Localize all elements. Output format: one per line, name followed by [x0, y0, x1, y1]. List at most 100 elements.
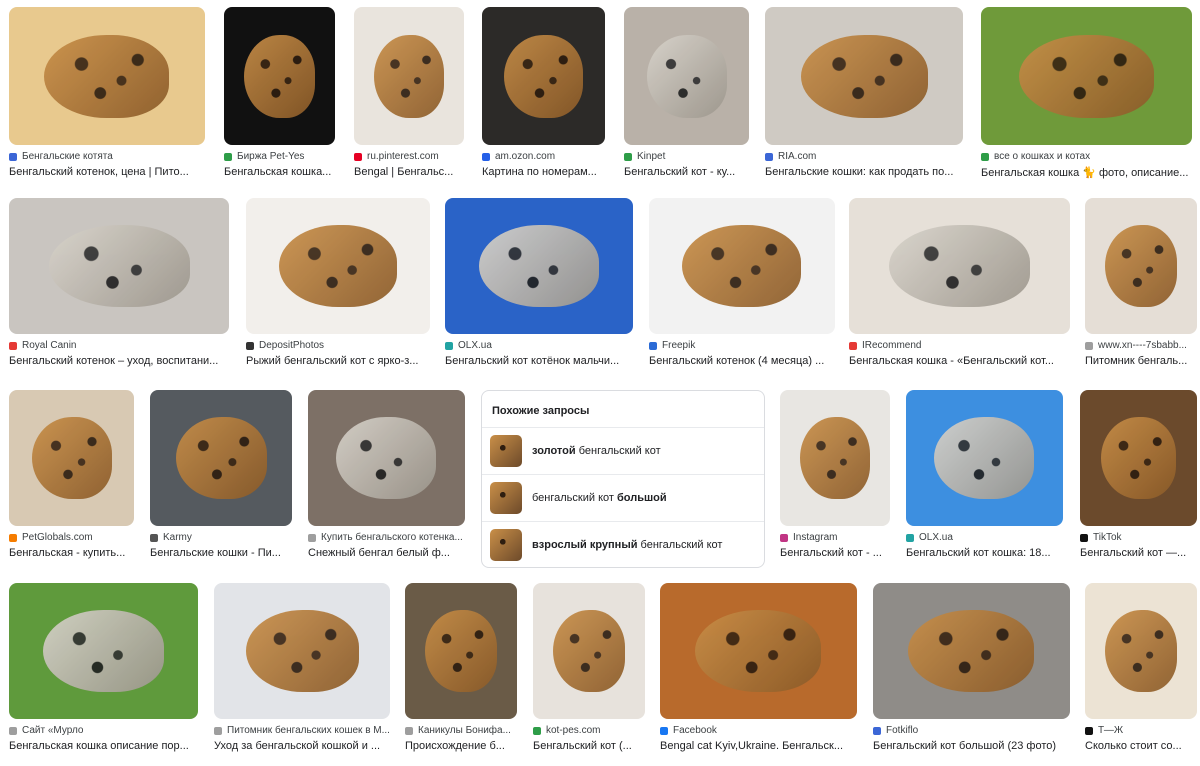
result-title[interactable]: Бенгальский кот большой (23 фото) — [873, 740, 1070, 752]
result-title[interactable]: Происхождение б... — [405, 740, 517, 752]
result-source[interactable]: TikTok — [1080, 532, 1197, 543]
image-result[interactable]: Питомник бенгальских кошек в М... Уход за… — [214, 583, 390, 752]
result-source[interactable]: Питомник бенгальских кошек в М... — [214, 725, 390, 736]
result-title[interactable]: Bengal cat Kyiv,Ukraine. Бенгальск... — [660, 740, 857, 752]
result-source[interactable]: Каникулы Бонифа... — [405, 725, 517, 736]
result-source[interactable]: Т—Ж — [1085, 725, 1197, 736]
image-result[interactable]: Купить бенгальского котенка... Снежный бе… — [308, 390, 465, 559]
image-result[interactable]: все о кошках и котах Бенгальская кошка 🐈 … — [981, 7, 1192, 179]
image-result[interactable]: kot-pes.com Бенгальский кот (... — [533, 583, 645, 752]
result-source[interactable]: ru.pinterest.com — [354, 151, 464, 162]
image-result[interactable]: Каникулы Бонифа... Происхождение б... — [405, 583, 517, 752]
result-title[interactable]: Бенгальская кошка - «Бенгальский кот... — [849, 355, 1070, 367]
related-search-item[interactable]: взрослый крупный бенгальский кот — [482, 521, 764, 568]
result-title[interactable]: Снежный бенгал белый ф... — [308, 547, 465, 559]
related-search-item[interactable]: золотой бенгальский кот — [482, 427, 764, 474]
result-title[interactable]: Уход за бенгальской кошкой и ... — [214, 740, 390, 752]
result-source[interactable]: Freepik — [649, 340, 835, 351]
result-thumbnail[interactable] — [660, 583, 857, 719]
result-source[interactable]: Royal Canin — [9, 340, 229, 351]
result-title[interactable]: Бенгальский кот кошка: 18... — [906, 547, 1063, 559]
result-source[interactable]: Facebook — [660, 725, 857, 736]
result-source[interactable]: DepositPhotos — [246, 340, 430, 351]
result-thumbnail[interactable] — [224, 7, 335, 145]
result-thumbnail[interactable] — [354, 7, 464, 145]
result-source[interactable]: RIA.com — [765, 151, 963, 162]
result-title[interactable]: Бенгальский кот (... — [533, 740, 645, 752]
result-thumbnail[interactable] — [150, 390, 292, 526]
image-result[interactable]: am.ozon.com Картина по номерам... — [482, 7, 605, 178]
result-title[interactable]: Бенгальский котенок – уход, воспитани... — [9, 355, 229, 367]
result-source[interactable]: Kinpet — [624, 151, 749, 162]
result-source[interactable]: все о кошках и котах — [981, 151, 1192, 162]
result-thumbnail[interactable] — [1080, 390, 1197, 526]
result-source[interactable]: Karmy — [150, 532, 292, 543]
result-thumbnail[interactable] — [906, 390, 1063, 526]
result-thumbnail[interactable] — [981, 7, 1192, 145]
result-title[interactable]: Бенгальская кошка описание пор... — [9, 740, 198, 752]
result-thumbnail[interactable] — [873, 583, 1070, 719]
result-thumbnail[interactable] — [9, 583, 198, 719]
result-source[interactable]: Купить бенгальского котенка... — [308, 532, 465, 543]
result-thumbnail[interactable] — [482, 7, 605, 145]
image-result[interactable]: Kinpet Бенгальский кот - ку... — [624, 7, 749, 178]
result-title[interactable]: Bengal | Бенгальс... — [354, 166, 464, 178]
image-result[interactable]: IRecommend Бенгальская кошка - «Бенгальск… — [849, 198, 1070, 367]
result-thumbnail[interactable] — [308, 390, 465, 526]
result-title[interactable]: Бенгальская кошка 🐈 фото, описание... — [981, 166, 1192, 179]
result-title[interactable]: Бенгальская кошка... — [224, 166, 335, 178]
result-source[interactable]: Fotkiflo — [873, 725, 1070, 736]
image-result[interactable]: www.xn----7sbabb... Питомник бенгаль... — [1085, 198, 1197, 367]
image-result[interactable]: TikTok Бенгальский кот —... — [1080, 390, 1197, 559]
result-source[interactable]: Instagram — [780, 532, 890, 543]
result-thumbnail[interactable] — [1085, 583, 1197, 719]
image-result[interactable]: Бенгальские котята Бенгальский котенок, ц… — [9, 7, 205, 178]
result-title[interactable]: Сколько стоит со... — [1085, 740, 1197, 752]
image-result[interactable]: Instagram Бенгальский кот - ... — [780, 390, 890, 559]
image-result[interactable]: Т—Ж Сколько стоит со... — [1085, 583, 1197, 752]
result-source[interactable]: OLX.ua — [445, 340, 633, 351]
image-result[interactable]: Fotkiflo Бенгальский кот большой (23 фото… — [873, 583, 1070, 752]
result-title[interactable]: Бенгальская - купить... — [9, 547, 134, 559]
related-search-item[interactable]: бенгальский кот большой — [482, 474, 764, 521]
image-result[interactable]: Сайт «Мурло Бенгальская кошка описание по… — [9, 583, 198, 752]
result-thumbnail[interactable] — [405, 583, 517, 719]
result-source[interactable]: kot-pes.com — [533, 725, 645, 736]
result-source[interactable]: am.ozon.com — [482, 151, 605, 162]
result-title[interactable]: Бенгальский котенок, цена | Пито... — [9, 166, 205, 178]
result-thumbnail[interactable] — [9, 7, 205, 145]
result-title[interactable]: Питомник бенгаль... — [1085, 355, 1197, 367]
result-source[interactable]: www.xn----7sbabb... — [1085, 340, 1197, 351]
image-result[interactable]: PetGlobals.com Бенгальская - купить... — [9, 390, 134, 559]
result-title[interactable]: Бенгальский кот - ку... — [624, 166, 749, 178]
result-title[interactable]: Бенгальский кот —... — [1080, 547, 1197, 559]
image-result[interactable]: Freepik Бенгальский котенок (4 месяца) ..… — [649, 198, 835, 367]
result-title[interactable]: Бенгальский кот - ... — [780, 547, 890, 559]
image-result[interactable]: Royal Canin Бенгальский котенок – уход, в… — [9, 198, 229, 367]
result-title[interactable]: Рыжий бенгальский кот с ярко-з... — [246, 355, 430, 367]
result-source[interactable]: Сайт «Мурло — [9, 725, 198, 736]
result-title[interactable]: Картина по номерам... — [482, 166, 605, 178]
result-thumbnail[interactable] — [246, 198, 430, 334]
image-result[interactable]: Facebook Bengal cat Kyiv,Ukraine. Бенгаль… — [660, 583, 857, 752]
image-result[interactable]: Karmy Бенгальские кошки - Пи... — [150, 390, 292, 559]
result-thumbnail[interactable] — [765, 7, 963, 145]
result-source[interactable]: Бенгальские котята — [9, 151, 205, 162]
image-result[interactable]: DepositPhotos Рыжий бенгальский кот с ярк… — [246, 198, 430, 367]
image-result[interactable]: Биржа Pet-Yes Бенгальская кошка... — [224, 7, 335, 178]
result-title[interactable]: Бенгальские кошки: как продать по... — [765, 166, 963, 178]
result-title[interactable]: Бенгальские кошки - Пи... — [150, 547, 292, 559]
result-source[interactable]: IRecommend — [849, 340, 1070, 351]
result-source[interactable]: PetGlobals.com — [9, 532, 134, 543]
result-title[interactable]: Бенгальский котенок (4 месяца) ... — [649, 355, 835, 367]
image-result[interactable]: OLX.ua Бенгальский кот котёнок мальчи... — [445, 198, 633, 367]
image-result[interactable]: OLX.ua Бенгальский кот кошка: 18... — [906, 390, 1063, 559]
result-thumbnail[interactable] — [9, 198, 229, 334]
result-thumbnail[interactable] — [533, 583, 645, 719]
result-source[interactable]: Биржа Pet-Yes — [224, 151, 335, 162]
result-thumbnail[interactable] — [624, 7, 749, 145]
result-title[interactable]: Бенгальский кот котёнок мальчи... — [445, 355, 633, 367]
result-thumbnail[interactable] — [445, 198, 633, 334]
result-thumbnail[interactable] — [1085, 198, 1197, 334]
result-thumbnail[interactable] — [9, 390, 134, 526]
